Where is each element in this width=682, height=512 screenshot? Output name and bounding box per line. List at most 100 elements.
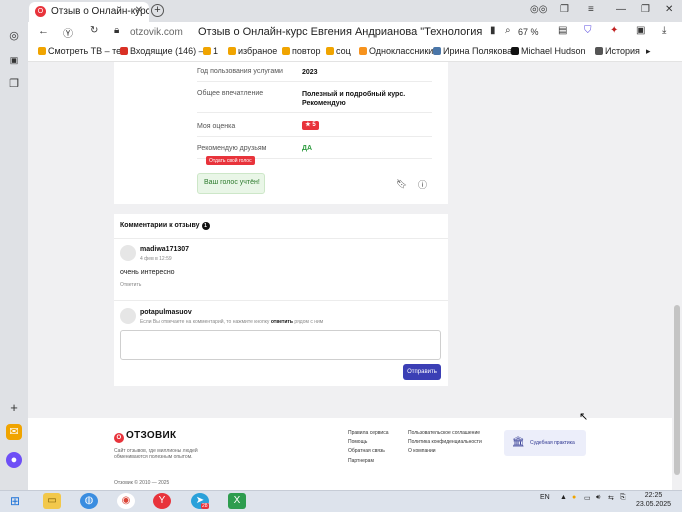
footer-logo[interactable]: О ОТЗОВИК	[114, 430, 176, 443]
detail-value: Полезный и подробный курс. Рекомендую	[302, 91, 406, 107]
bookmark-label: повтор	[292, 46, 321, 56]
bookmark-item[interactable]: повтор	[282, 46, 321, 56]
collections-icon[interactable]: ❐	[6, 76, 22, 92]
bookmark-item[interactable]: Ирина Полякова	[433, 46, 512, 56]
vote-confirmation: Ваш голос учтён!	[197, 173, 265, 194]
history-icon	[595, 47, 603, 55]
minimize-icon[interactable]: —	[616, 4, 626, 15]
tray-expand-icon[interactable]: ▲	[560, 494, 567, 501]
download-icon[interactable]: ⤓	[662, 25, 666, 36]
bookmark-item[interactable]: избраное	[228, 46, 277, 56]
avatar	[120, 245, 136, 261]
excel-icon[interactable]: X	[228, 493, 246, 509]
page-title: Отзыв о Онлайн-курс Евгения Андрианова "…	[198, 26, 483, 38]
footer-tagline: Сайт отзывов, где миллионы людей обменив…	[114, 448, 198, 460]
shield-icon[interactable]: ⛉	[584, 25, 592, 36]
reader-icon[interactable]: ▤	[558, 25, 567, 36]
file-explorer-icon[interactable]: ▭	[43, 493, 61, 509]
menu-icon[interactable]: ≡	[588, 4, 594, 15]
bookmark-label: соц	[336, 46, 351, 56]
footer-link[interactable]: Пользовательское соглашение	[408, 430, 480, 436]
reply-hint-bold: ответить	[270, 319, 293, 325]
avatar	[120, 308, 136, 324]
detail-value: 2023	[302, 69, 318, 76]
bookmark-label: избраное	[238, 46, 278, 56]
alice-icon[interactable]: ●	[6, 452, 22, 468]
comments-count: 1	[201, 222, 210, 230]
lock-icon[interactable]: 🔒︎	[114, 25, 119, 36]
bookmark-item[interactable]: соц	[326, 46, 351, 56]
footer-link[interactable]: Политика конфиденциальности	[408, 439, 482, 445]
detail-label: Общее впечатление	[197, 90, 264, 97]
zoom-level[interactable]: 67 %	[518, 27, 539, 37]
back-icon[interactable]: ←	[38, 25, 49, 37]
comment-text: очень интересно	[120, 269, 175, 276]
add-panel-icon[interactable]: +	[6, 400, 22, 416]
bookmark-item[interactable]: Одноклассники	[359, 46, 433, 56]
mail-icon[interactable]: ✉	[6, 424, 22, 440]
reply-link[interactable]: Ответить	[120, 282, 141, 288]
bookmark-label: Michael Hudson (	[521, 46, 587, 56]
yandex-browser-icon[interactable]: Y	[153, 493, 171, 509]
sidebar-toggle-icon[interactable]: ▣	[636, 25, 645, 36]
camera-icon[interactable]: ◎	[6, 28, 22, 44]
tray-app-icon[interactable]: ●	[572, 494, 576, 501]
footer-link[interactable]: Правила сервиса	[348, 430, 388, 436]
tabs-icon[interactable]: ❐	[560, 4, 569, 15]
tab-one-icon[interactable]: ▣	[6, 52, 22, 68]
bookmark-item[interactable]: Смотреть ТВ – те	[38, 46, 121, 56]
start-icon[interactable]: ⊞	[6, 493, 24, 509]
bookmark-label: Ирина Полякова	[443, 46, 513, 56]
bookmark-item[interactable]: 1	[203, 46, 218, 56]
divider	[114, 238, 448, 239]
reload-icon[interactable]: ↻	[90, 25, 98, 36]
bookmark-item[interactable]: Входящие (146) –	[120, 46, 204, 56]
folder-icon	[228, 47, 236, 55]
browser-sidebar: ⊙ ◎ ▣ ❐ + ✉ ●	[0, 0, 28, 490]
footer-link[interactable]: Партнерам	[348, 458, 374, 464]
footer-link[interactable]: Обратная связь	[348, 448, 385, 454]
yandex-icon[interactable]: Ⓨ	[63, 25, 73, 40]
glasses-icon[interactable]: ◎◎	[530, 4, 547, 15]
footer-link[interactable]: Помощь	[348, 439, 367, 445]
footer-link[interactable]: О компании	[408, 448, 436, 454]
network-icon[interactable]: ⇆	[608, 494, 614, 502]
maximize-icon[interactable]: ❐	[641, 4, 650, 15]
new-tab-button[interactable]: +	[151, 4, 164, 17]
bookmark-review-icon[interactable]: 🔖︎	[396, 179, 407, 190]
court-practice-label: Судебная практика	[530, 440, 575, 446]
bookmark-item[interactable]: Michael Hudson (	[511, 46, 587, 56]
footer-logo-text: ОТЗОВИК	[126, 430, 177, 441]
otzovik-logo-icon: О	[114, 433, 124, 443]
divider	[197, 136, 432, 137]
url-text[interactable]: otzovik.com	[130, 27, 183, 38]
taskbar-clock[interactable]: 22:25 23.05.2025	[636, 491, 671, 509]
info-icon[interactable]: ⓘ	[418, 178, 427, 191]
detail-label: Рекомендую друзьям	[197, 145, 267, 152]
comment-username[interactable]: madiwa171307	[140, 246, 189, 253]
more-bookmarks-icon[interactable]: ▸	[646, 46, 651, 57]
send-button[interactable]: Отправить	[403, 364, 441, 380]
chrome-icon[interactable]: ◉	[117, 493, 135, 509]
close-tab-icon[interactable]: ✕	[135, 5, 143, 16]
volume-icon[interactable]: 🔊︎	[596, 494, 600, 502]
bookmark-page-icon[interactable]: ▮	[490, 25, 496, 36]
comments-header-text: Комментарии к отзыву	[120, 222, 200, 229]
bookmark-item[interactable]: История	[595, 46, 640, 56]
ok-icon	[359, 47, 367, 55]
close-window-icon[interactable]: ✕	[665, 4, 673, 15]
language-indicator[interactable]: EN	[540, 494, 550, 501]
court-practice-button[interactable]: 🏛︎ Судебная практика	[504, 430, 586, 456]
browser-globe-icon[interactable]: ◍	[80, 493, 98, 509]
scrollbar-thumb[interactable]	[674, 305, 680, 475]
footer-copyright: Отзовик © 2010 — 2025	[114, 480, 170, 486]
comment-textarea[interactable]	[120, 330, 441, 360]
bookmark-label: Входящие (146) –	[130, 46, 204, 56]
active-tab[interactable]: О Отзыв о Онлайн-курс ✕	[29, 2, 149, 22]
divider	[197, 112, 432, 113]
extension-icon[interactable]: ✦	[610, 25, 618, 36]
folder-icon	[203, 47, 211, 55]
tray-monitor-icon[interactable]: ▭	[584, 494, 591, 502]
notification-icon[interactable]: ⎘	[620, 494, 626, 502]
otzovik-favicon-icon: О	[35, 6, 46, 17]
